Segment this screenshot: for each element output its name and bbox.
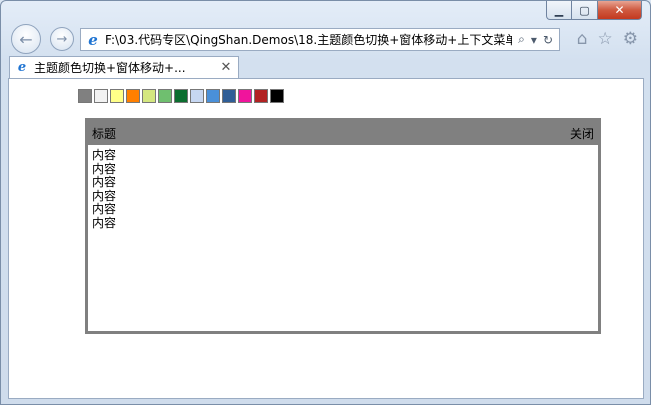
back-button[interactable]: ←: [11, 24, 41, 54]
content-line: 内容: [92, 215, 117, 230]
color-swatch[interactable]: [222, 89, 236, 103]
tab-label: 主题颜色切换+窗体移动+...: [34, 61, 186, 75]
draggable-panel: 标题 关闭 内容 内容 内容 内容 内容 内容: [85, 118, 601, 334]
home-icon[interactable]: ⌂: [577, 29, 588, 49]
color-swatch[interactable]: [94, 89, 108, 103]
color-swatch[interactable]: [190, 89, 204, 103]
theme-color-swatches: [78, 89, 284, 103]
forward-button[interactable]: →: [50, 27, 74, 51]
panel-body: 内容 内容 内容 内容 内容 内容: [88, 145, 598, 234]
forward-arrow-icon: →: [56, 31, 68, 47]
color-swatch[interactable]: [142, 89, 156, 103]
content-line: 内容: [92, 202, 117, 216]
back-arrow-icon: ←: [19, 29, 33, 49]
maximize-button[interactable]: ▢: [572, 1, 598, 20]
ie-tab-icon: e: [17, 59, 27, 75]
address-tools: ⌕ ▾ ↻: [512, 32, 559, 47]
tab-close-icon[interactable]: ✕: [218, 60, 234, 75]
browser-window: ▁ ▢ ✕ ← → e F:\03.代码专区\QingShan.Demos\18…: [0, 0, 651, 405]
color-swatch[interactable]: [206, 89, 220, 103]
color-swatch[interactable]: [174, 89, 188, 103]
tab-active[interactable]: e 主题颜色切换+窗体移动+... ✕: [9, 56, 239, 78]
close-window-button[interactable]: ✕: [598, 1, 642, 20]
color-swatch[interactable]: [78, 89, 92, 103]
gear-icon[interactable]: ⚙: [623, 29, 638, 49]
ie-page-icon: e: [88, 30, 98, 49]
content-line: 内容: [92, 175, 117, 189]
color-swatch[interactable]: [270, 89, 284, 103]
panel-header[interactable]: 标题 关闭: [88, 121, 598, 145]
minimize-button[interactable]: ▁: [546, 1, 572, 20]
panel-title: 标题: [92, 126, 117, 141]
color-swatch[interactable]: [254, 89, 268, 103]
panel-close-button[interactable]: 关闭: [570, 125, 594, 142]
search-icon[interactable]: ⌕: [518, 32, 525, 47]
favorites-star-icon[interactable]: ☆: [598, 29, 613, 49]
content-line: 内容: [92, 188, 117, 203]
color-swatch[interactable]: [126, 89, 140, 103]
chevron-down-icon[interactable]: ▾: [531, 33, 537, 47]
content-line: 内容: [92, 161, 117, 176]
browser-toolbar: ⌂ ☆ ⚙: [577, 29, 638, 49]
page-content: 标题 关闭 内容 内容 内容 内容 内容 内容: [8, 78, 644, 399]
color-swatch[interactable]: [110, 89, 124, 103]
color-swatch[interactable]: [158, 89, 172, 103]
address-input[interactable]: F:\03.代码专区\QingShan.Demos\18.主题颜色切换+窗体移动…: [105, 31, 512, 48]
window-caption-buttons: ▁ ▢ ✕: [546, 1, 642, 20]
refresh-icon[interactable]: ↻: [543, 33, 553, 47]
color-swatch[interactable]: [238, 89, 252, 103]
content-line: 内容: [92, 148, 117, 162]
address-bar[interactable]: e F:\03.代码专区\QingShan.Demos\18.主题颜色切换+窗体…: [80, 28, 560, 51]
